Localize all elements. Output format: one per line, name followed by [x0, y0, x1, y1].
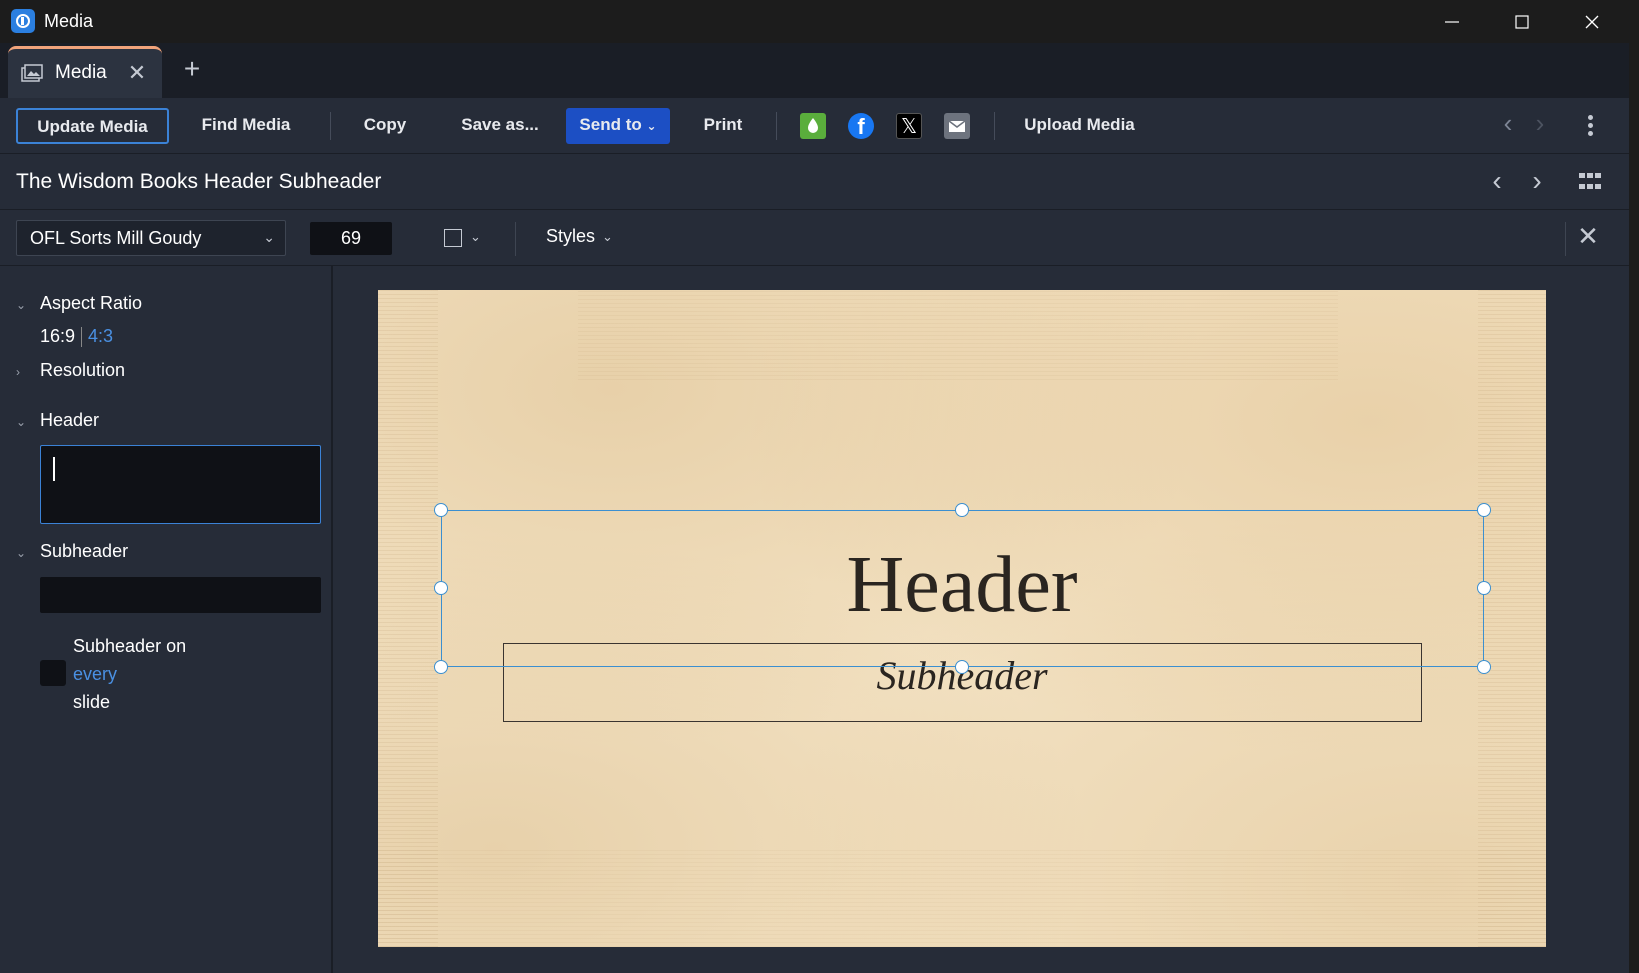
properties-sidebar: ⌄ Aspect Ratio 16:9 4:3 › Resolution ⌄ Heade… — [0, 266, 333, 973]
toolbar: Update Media Find Media Copy Save as... … — [0, 98, 1629, 154]
text-color-swatch[interactable] — [444, 229, 462, 247]
resize-handle[interactable] — [955, 503, 969, 517]
resolution-label: Resolution — [40, 360, 126, 380]
minimize-icon — [1445, 20, 1459, 23]
aspect-ratio-label: Aspect Ratio — [40, 293, 143, 313]
window-edge — [1629, 43, 1639, 973]
drop-share-icon[interactable] — [800, 113, 826, 139]
more-options-icon[interactable] — [1578, 113, 1602, 143]
paper-texture — [578, 290, 1338, 380]
page-title: The Wisdom Books Header Subheader — [16, 170, 382, 193]
every-link[interactable]: every — [73, 660, 186, 688]
toolbar-divider — [994, 112, 995, 140]
header-text-input[interactable] — [40, 445, 321, 524]
chevron-down-icon: ⌄ — [263, 229, 275, 245]
save-as-button[interactable]: Save as... — [450, 108, 550, 144]
close-editor-icon[interactable]: ✕ — [1575, 223, 1601, 250]
media-app-window: Media Media ✕ + Update Media Find Media … — [0, 0, 1639, 973]
subheader-every-slide-checkbox[interactable] — [40, 660, 66, 686]
aspect-ratio-section[interactable]: ⌄ Aspect Ratio — [16, 293, 142, 314]
send-to-button[interactable]: Send to ⌄ — [566, 108, 670, 144]
window-close-button[interactable] — [1557, 0, 1627, 43]
ratio-divider — [81, 327, 83, 348]
maximize-icon — [1515, 14, 1529, 29]
x-twitter-icon[interactable]: 𝕏 — [896, 113, 922, 139]
selection-box[interactable] — [441, 510, 1484, 667]
styles-dropdown[interactable]: Styles — [546, 226, 595, 247]
close-icon — [1585, 15, 1599, 28]
chevron-down-icon[interactable]: ⌄ — [470, 229, 481, 245]
aspect-ratio-options: 16:9 4:3 — [40, 326, 113, 348]
resize-handle[interactable] — [1477, 503, 1491, 517]
media-tab-icon — [21, 64, 43, 82]
subheader-every-slide-label: Subheader on every slide — [73, 632, 186, 716]
toolbar-divider — [776, 112, 777, 140]
grid-view-icon[interactable] — [1579, 173, 1601, 193]
font-size-input[interactable]: 69 — [310, 222, 392, 255]
chevron-down-icon: ⌄ — [16, 415, 27, 429]
subheader-text-input[interactable] — [40, 577, 321, 613]
slide-preview[interactable]: Header Subheader — [378, 290, 1546, 947]
add-tab-button[interactable]: + — [178, 55, 206, 84]
aspect-ratio-16-9[interactable]: 16:9 — [40, 326, 75, 346]
previous-slide-icon[interactable]: ‹ — [1484, 167, 1510, 196]
font-family-select[interactable]: OFL Sorts Mill Goudy ⌄ — [16, 220, 286, 256]
resolution-section[interactable]: › Resolution — [16, 360, 125, 381]
update-media-button[interactable]: Update Media — [16, 108, 169, 144]
header-label: Header — [40, 410, 100, 430]
app-logo-icon — [11, 9, 35, 33]
subheader-section[interactable]: ⌄ Subheader — [16, 541, 128, 562]
chevron-down-icon[interactable]: ⌄ — [602, 229, 613, 245]
chevron-down-icon: ⌄ — [16, 546, 27, 560]
resize-handle[interactable] — [1477, 660, 1491, 674]
tab-label: Media — [55, 62, 107, 83]
paper-texture — [378, 850, 1546, 947]
title-bar: Media — [0, 0, 1639, 43]
font-family-value: OFL Sorts Mill Goudy — [30, 228, 202, 248]
find-media-button[interactable]: Find Media — [191, 108, 301, 144]
tab-close-icon[interactable]: ✕ — [126, 62, 148, 84]
upload-media-button[interactable]: Upload Media — [1017, 108, 1142, 144]
subheader-label: Subheader — [40, 541, 129, 561]
tab-media[interactable]: Media ✕ — [8, 46, 162, 98]
document-title-row: The Wisdom Books Header Subheader ‹ › — [0, 154, 1629, 210]
resize-handle[interactable] — [434, 503, 448, 517]
toolbar-divider — [330, 112, 331, 140]
fontbar-divider — [515, 222, 516, 256]
chevron-down-icon: ⌄ — [646, 119, 657, 133]
subheader-on-text: Subheader on — [73, 636, 187, 656]
resize-handle[interactable] — [1477, 581, 1491, 595]
header-section[interactable]: ⌄ Header — [16, 410, 99, 431]
minimize-button[interactable] — [1417, 0, 1487, 43]
chevron-left-icon[interactable]: ‹ — [1496, 110, 1520, 136]
print-button[interactable]: Print — [693, 108, 753, 144]
maximize-button[interactable] — [1487, 0, 1557, 43]
resize-handle[interactable] — [434, 581, 448, 595]
chevron-down-icon: ⌄ — [16, 298, 27, 312]
next-slide-icon[interactable]: › — [1524, 167, 1550, 196]
chevron-right-icon: › — [16, 365, 20, 379]
text-cursor — [53, 457, 55, 481]
font-toolbar: OFL Sorts Mill Goudy ⌄ 69 ⌄ Styles ⌄ ✕ — [0, 210, 1629, 266]
aspect-ratio-4-3[interactable]: 4:3 — [88, 326, 113, 346]
resize-handle[interactable] — [955, 660, 969, 674]
fontbar-divider — [1565, 222, 1566, 256]
chevron-right-icon[interactable]: › — [1528, 110, 1552, 136]
facebook-icon[interactable]: f — [848, 113, 874, 139]
canvas-area: Header Subheader — [333, 266, 1629, 973]
email-icon[interactable] — [944, 113, 970, 139]
resize-handle[interactable] — [434, 660, 448, 674]
send-to-label: Send to — [579, 115, 642, 134]
tab-strip: Media ✕ + — [0, 43, 1629, 98]
copy-button[interactable]: Copy — [357, 108, 413, 144]
window-title: Media — [44, 11, 94, 31]
slide-text: slide — [73, 692, 111, 712]
